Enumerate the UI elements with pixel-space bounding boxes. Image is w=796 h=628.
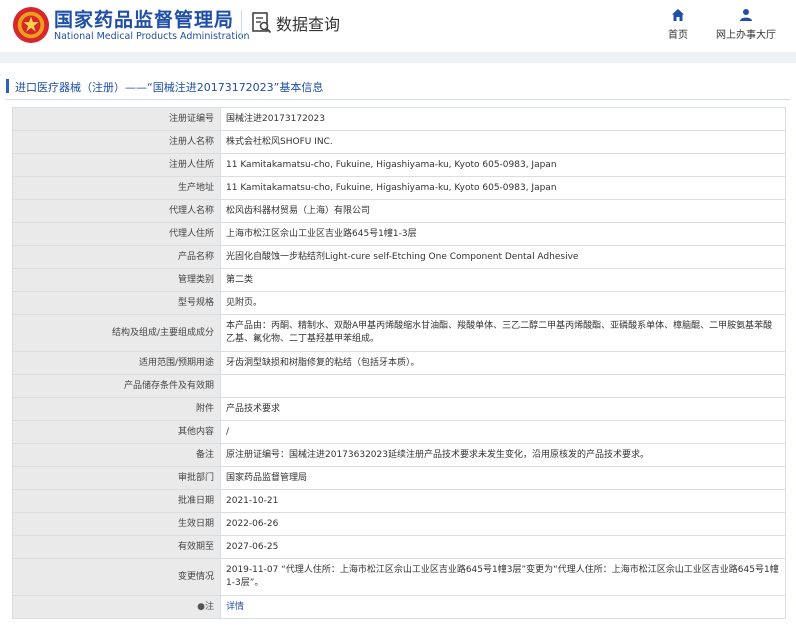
row-label: 附件 <box>12 397 221 421</box>
table-row: ●注 详情 <box>12 595 786 619</box>
table-row: 有效期至 2027-06-25 <box>12 535 786 559</box>
row-value: 第二类 <box>220 268 786 292</box>
table-row: 适用范围/预期用途 牙齿洞型缺损和树脂修复的粘结（包括牙本质）。 <box>12 351 786 375</box>
row-value: 2027-06-25 <box>220 535 786 559</box>
table-row: 其他内容 / <box>12 420 786 444</box>
table-row: 变更情况 2019-11-07 “代理人住所：上海市松江区佘山工业区吉业路645… <box>12 558 786 596</box>
row-label: 型号规格 <box>12 291 221 315</box>
row-value: 国家药品监督管理局 <box>220 466 786 490</box>
table-row: 产品储存条件及有效期 <box>12 374 786 398</box>
breadcrumb: 进口医疗器械（注册）——“国械注进20173172023”基本信息 <box>6 77 790 97</box>
site-title-cn: 国家药品监督管理局 <box>54 9 235 31</box>
detail-table-wrapper: 注册证编号 国械注进20173172023 注册人名称 株式会社松风SHOFU … <box>12 107 786 619</box>
national-emblem-icon <box>12 6 50 44</box>
row-label: 产品储存条件及有效期 <box>12 374 221 398</box>
row-label: 审批部门 <box>12 466 221 490</box>
table-row: 型号规格 见附页。 <box>12 291 786 315</box>
row-label: 其他内容 <box>12 420 221 444</box>
table-row: 管理类别 第二类 <box>12 268 786 292</box>
row-value: 株式会社松风SHOFU INC. <box>220 130 786 154</box>
row-value: 2022-06-26 <box>220 512 786 536</box>
row-value: 11 Kamitakamatsu-cho, Fukuine, Higashiya… <box>220 153 786 177</box>
row-value: / <box>220 420 786 444</box>
row-value: 牙齿洞型缺损和树脂修复的粘结（包括牙本质）。 <box>220 351 786 375</box>
note-bullet: ●注 <box>197 601 214 612</box>
table-row: 附件 产品技术要求 <box>12 397 786 421</box>
row-value <box>220 374 786 398</box>
table-row: 批准日期 2021-10-21 <box>12 489 786 513</box>
header-divider <box>241 10 242 40</box>
row-value: 11 Kamitakamatsu-cho, Fukuine, Higashiya… <box>220 176 786 200</box>
breadcrumb-marker <box>6 79 9 93</box>
row-value: 国械注进20173172023 <box>220 107 786 131</box>
row-label: 注册证编号 <box>12 107 221 131</box>
row-label: 有效期至 <box>12 535 221 559</box>
row-label: 生效日期 <box>12 512 221 536</box>
row-label: 注册人住所 <box>12 153 221 177</box>
row-value: 见附页。 <box>220 291 786 315</box>
breadcrumb-title: 进口医疗器械（注册）——“国械注进20173172023”基本信息 <box>15 81 324 94</box>
nav-online-service[interactable]: 网上办事大厅 <box>710 6 782 41</box>
nav-home[interactable]: 首页 <box>643 6 713 41</box>
row-label: 产品名称 <box>12 245 221 269</box>
table-row: 产品名称 光固化自酸蚀一步粘结剂Light-cure self-Etching … <box>12 245 786 269</box>
table-row: 注册证编号 国械注进20173172023 <box>12 107 786 131</box>
row-value: 光固化自酸蚀一步粘结剂Light-cure self-Etching One C… <box>220 245 786 269</box>
row-value: 本产品由：丙酮、精制水、双酚A甲基丙烯酸缩水甘油酯、羧酸单体、三乙二醇二甲基丙烯… <box>220 314 786 352</box>
row-value: 上海市松江区佘山工业区吉业路645号1幢1-3层 <box>220 222 786 246</box>
row-label: 批准日期 <box>12 489 221 513</box>
user-icon <box>740 9 752 21</box>
table-row: 注册人名称 株式会社松风SHOFU INC. <box>12 130 786 154</box>
row-label: 变更情况 <box>12 558 221 596</box>
row-label: 注册人名称 <box>12 130 221 154</box>
nav-home-label: 首页 <box>668 30 688 41</box>
row-value: 产品技术要求 <box>220 397 786 421</box>
table-row: 生产地址 11 Kamitakamatsu-cho, Fukuine, Higa… <box>12 176 786 200</box>
table-row: 注册人住所 11 Kamitakamatsu-cho, Fukuine, Hig… <box>12 153 786 177</box>
header-separator <box>0 52 796 63</box>
row-label: 生产地址 <box>12 176 221 200</box>
row-label: 备注 <box>12 443 221 467</box>
note-label: ●注 <box>12 595 221 619</box>
row-label: 代理人名称 <box>12 199 221 223</box>
row-value: 2019-11-07 “代理人住所：上海市松江区佘山工业区吉业路645号1幢3层… <box>220 558 786 596</box>
breadcrumb-divider <box>6 99 790 100</box>
site-header: 国家药品监督管理局 National Medical Products Admi… <box>0 0 796 52</box>
page-section-title: 数据查询 <box>276 15 341 34</box>
home-icon <box>672 9 684 21</box>
table-row: 代理人住所 上海市松江区佘山工业区吉业路645号1幢1-3层 <box>12 222 786 246</box>
row-label: 结构及组成/主要组成成分 <box>12 314 221 352</box>
row-label: 管理类别 <box>12 268 221 292</box>
row-value: 松风齿科器材贸易（上海）有限公司 <box>220 199 786 223</box>
nav-service-label: 网上办事大厅 <box>716 30 776 41</box>
row-label: 代理人住所 <box>12 222 221 246</box>
data-query-icon <box>252 12 272 34</box>
detail-table: 注册证编号 国械注进20173172023 注册人名称 株式会社松风SHOFU … <box>12 107 786 619</box>
row-value: 原注册证编号：国械注进20173632023延续注册产品技术要求未发生变化，沿用… <box>220 443 786 467</box>
table-row: 生效日期 2022-06-26 <box>12 512 786 536</box>
row-label: 适用范围/预期用途 <box>12 351 221 375</box>
table-row: 结构及组成/主要组成成分 本产品由：丙酮、精制水、双酚A甲基丙烯酸缩水甘油酯、羧… <box>12 314 786 352</box>
site-title-en: National Medical Products Administration <box>54 31 250 42</box>
row-value: 详情 <box>220 595 786 619</box>
details-link[interactable]: 详情 <box>226 602 244 612</box>
row-value: 2021-10-21 <box>220 489 786 513</box>
table-row: 备注 原注册证编号：国械注进20173632023延续注册产品技术要求未发生变化… <box>12 443 786 467</box>
table-row: 审批部门 国家药品监督管理局 <box>12 466 786 490</box>
table-row: 代理人名称 松风齿科器材贸易（上海）有限公司 <box>12 199 786 223</box>
